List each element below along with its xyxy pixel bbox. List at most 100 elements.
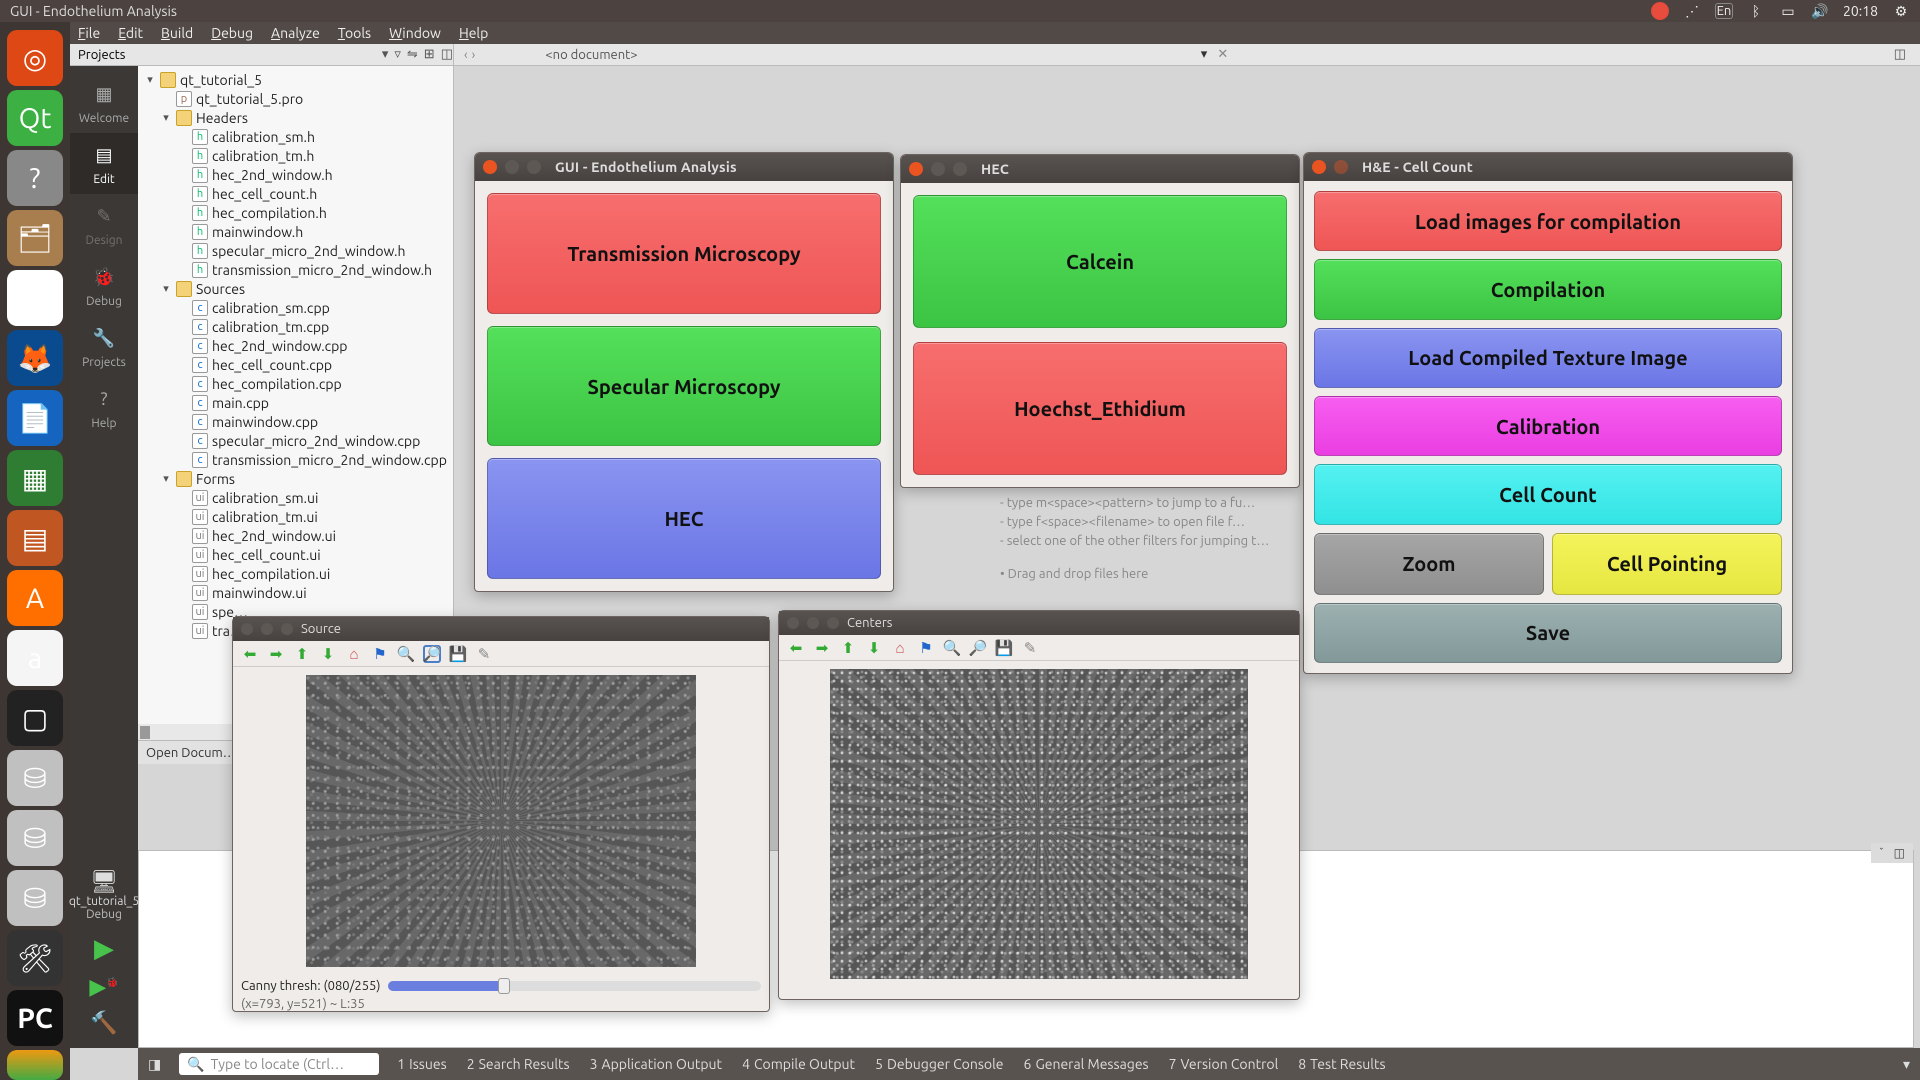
gear-icon[interactable]: ⚙ — [1892, 2, 1910, 20]
locator-input[interactable]: 🔍 Type to locate (Ctrl… — [179, 1053, 379, 1075]
specular-microscopy-button[interactable]: Specular Microscopy — [487, 326, 881, 447]
toggle-sidebar-icon[interactable]: ◨ — [148, 1056, 161, 1073]
output-tab[interactable]: 8Test Results — [1298, 1056, 1385, 1072]
canny-threshold-slider[interactable]: Canny thresh: (080/255) — [241, 979, 761, 993]
tree-item[interactable]: pqt_tutorial_5.pro — [140, 89, 451, 108]
launcher-dash-icon[interactable]: ◎ — [7, 30, 63, 86]
launcher-drive-icon[interactable]: ⛁ — [7, 750, 63, 806]
tree-item[interactable]: hcalibration_sm.h — [140, 127, 451, 146]
brush-icon[interactable]: ✎ — [1021, 639, 1039, 657]
window-titlebar[interactable]: H&E - Cell Count — [1304, 153, 1792, 181]
save-button[interactable]: Save — [1314, 603, 1782, 663]
split-icon[interactable]: ◫ — [441, 47, 453, 62]
tree-item[interactable]: chec_2nd_window.cpp — [140, 336, 451, 355]
tree-item[interactable]: cmain.cpp — [140, 393, 451, 412]
tree-item[interactable]: hhec_compilation.h — [140, 203, 451, 222]
tree-item[interactable]: uihec_2nd_window.ui — [140, 526, 451, 545]
flag-icon[interactable]: ⚑ — [371, 645, 389, 663]
add-icon[interactable]: ⊞ — [424, 47, 435, 62]
mode-welcome[interactable]: ▦Welcome — [70, 72, 138, 133]
minimize-icon[interactable] — [1334, 160, 1348, 174]
maximize-icon[interactable] — [281, 623, 293, 635]
mode-debug[interactable]: 🐞Debug — [70, 255, 138, 316]
output-tab[interactable]: 7Version Control — [1169, 1056, 1279, 1072]
output-split-icon[interactable]: ◫ — [1894, 846, 1905, 860]
tree-item[interactable]: uihec_cell_count.ui — [140, 545, 451, 564]
launcher-impress-icon[interactable]: ▤ — [7, 510, 63, 566]
window-titlebar[interactable]: HEC — [901, 155, 1299, 183]
zoom-in-icon[interactable]: 🔎 — [423, 645, 441, 663]
launcher-overflow-icon[interactable] — [7, 1050, 63, 1080]
bluetooth-icon[interactable]: ᛒ — [1747, 2, 1765, 20]
output-tab[interactable]: 6General Messages — [1024, 1056, 1149, 1072]
build-button[interactable]: 🔨 — [90, 1004, 117, 1048]
launcher-drive2-icon[interactable]: ⛁ — [7, 810, 63, 866]
launcher-qtcreator-icon[interactable]: Qt — [7, 90, 63, 146]
tree-item[interactable]: cspecular_micro_2nd_window.cpp — [140, 431, 451, 450]
tree-item[interactable]: ▾Sources — [140, 279, 451, 298]
brush-icon[interactable]: ✎ — [475, 645, 493, 663]
output-tab[interactable]: 5Debugger Console — [875, 1056, 1003, 1072]
window-titlebar[interactable]: Source — [233, 617, 769, 641]
home-icon[interactable]: ⌂ — [891, 639, 909, 657]
save-icon[interactable]: 💾 — [995, 639, 1013, 657]
output-tab[interactable]: 1Issues — [397, 1056, 446, 1072]
close-icon[interactable] — [483, 160, 497, 174]
maximize-icon[interactable] — [527, 160, 541, 174]
launcher-chrome-icon[interactable]: ◉ — [7, 270, 63, 326]
arrow-up-icon[interactable]: ⬆ — [293, 645, 311, 663]
close-icon[interactable] — [787, 617, 799, 629]
load-compiled-texture-button[interactable]: Load Compiled Texture Image — [1314, 328, 1782, 388]
output-tab[interactable]: 3Application Output — [590, 1056, 722, 1072]
tree-item[interactable]: hspecular_micro_2nd_window.h — [140, 241, 451, 260]
tree-item[interactable]: uihec_compilation.ui — [140, 564, 451, 583]
launcher-pycharm-icon[interactable]: PC — [7, 990, 63, 1046]
tree-item[interactable]: hhec_2nd_window.h — [140, 165, 451, 184]
minimize-icon[interactable] — [261, 623, 273, 635]
launcher-show-desktop-icon[interactable]: ▢ — [7, 690, 63, 746]
dropdown-icon[interactable]: ▾ — [382, 47, 389, 62]
zoom-out-icon[interactable]: 🔍 — [943, 639, 961, 657]
menu-tools[interactable]: Tools — [338, 25, 371, 41]
tree-item[interactable]: hcalibration_tm.h — [140, 146, 451, 165]
update-indicator-icon[interactable] — [1651, 2, 1669, 20]
network-icon[interactable]: ⋰ — [1683, 2, 1701, 20]
run-debug-button[interactable]: ▶🐞 — [89, 970, 118, 1004]
tree-item[interactable]: ccalibration_tm.cpp — [140, 317, 451, 336]
arrow-left-icon[interactable]: ⬅ — [241, 645, 259, 663]
cell-count-button[interactable]: Cell Count — [1314, 464, 1782, 524]
launcher-writer-icon[interactable]: 📄 — [7, 390, 63, 446]
mode-help[interactable]: ?Help — [70, 377, 138, 438]
tree-item[interactable]: chec_cell_count.cpp — [140, 355, 451, 374]
minimize-icon[interactable] — [807, 617, 819, 629]
tree-item[interactable]: uicalibration_tm.ui — [140, 507, 451, 526]
close-icon[interactable] — [909, 162, 923, 176]
launcher-firefox-icon[interactable]: 🦊 — [7, 330, 63, 386]
tree-item[interactable]: uicalibration_sm.ui — [140, 488, 451, 507]
volume-icon[interactable]: 🔊 — [1811, 2, 1829, 20]
zoom-button[interactable]: Zoom — [1314, 533, 1544, 595]
minimize-icon[interactable] — [931, 162, 945, 176]
mode-design[interactable]: ✎Design — [70, 194, 138, 255]
language-indicator[interactable]: En — [1715, 3, 1733, 19]
arrow-down-icon[interactable]: ⬇ — [865, 639, 883, 657]
tree-item[interactable]: ccalibration_sm.cpp — [140, 298, 451, 317]
tree-item[interactable]: chec_compilation.cpp — [140, 374, 451, 393]
arrow-up-icon[interactable]: ⬆ — [839, 639, 857, 657]
output-collapse-icon[interactable]: ˇ — [1879, 847, 1884, 860]
menu-debug[interactable]: Debug — [211, 25, 253, 41]
zoom-in-icon[interactable]: 🔎 — [969, 639, 987, 657]
zoom-out-icon[interactable]: 🔍 — [397, 645, 415, 663]
tree-item[interactable]: ▾Forms — [140, 469, 451, 488]
dropdown-icon[interactable]: ▾ — [1903, 1056, 1910, 1073]
nav-forward-icon[interactable]: › — [472, 48, 476, 62]
hoechst-ethidium-button[interactable]: Hoechst_Ethidium — [913, 342, 1287, 475]
launcher-software-icon[interactable]: A — [7, 570, 63, 626]
arrow-left-icon[interactable]: ⬅ — [787, 639, 805, 657]
launcher-drive3-icon[interactable]: ⛁ — [7, 870, 63, 926]
maximize-icon[interactable] — [827, 617, 839, 629]
launcher-amazon-icon[interactable]: a — [7, 630, 63, 686]
tree-item[interactable]: hhec_cell_count.h — [140, 184, 451, 203]
hec-button[interactable]: HEC — [487, 458, 881, 579]
tree-item[interactable]: htransmission_micro_2nd_window.h — [140, 260, 451, 279]
